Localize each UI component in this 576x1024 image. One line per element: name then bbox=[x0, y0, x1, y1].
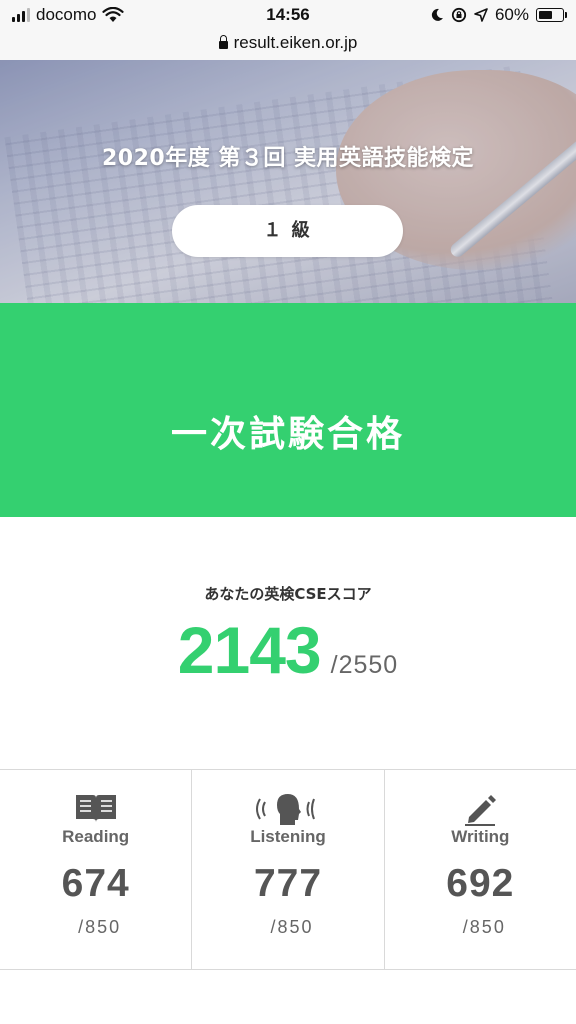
skill-name: Writing bbox=[451, 827, 510, 846]
skill-name: Listening bbox=[250, 827, 326, 846]
score-label: あなたの英検CSEスコア bbox=[204, 585, 372, 603]
status-bar: docomo 14:56 60% bbox=[0, 0, 576, 30]
skill-listening: Listening 777 /850 bbox=[192, 770, 385, 969]
battery-level bbox=[539, 11, 553, 19]
score-display: 2143/2550 bbox=[0, 612, 576, 688]
skill-score: 674 bbox=[61, 862, 130, 905]
book-icon bbox=[75, 795, 116, 822]
skill-score: 692 bbox=[446, 862, 515, 905]
cse-score-max: /2550 bbox=[330, 651, 399, 679]
battery-percent: 60% bbox=[494, 5, 529, 24]
skill-writing: Writing 692 /850 bbox=[385, 770, 576, 969]
cse-score: 2143 bbox=[177, 613, 322, 687]
battery-icon bbox=[536, 8, 567, 22]
exam-title: 2020年度 第３回 実用英語技能検定 bbox=[101, 146, 475, 171]
pencil-icon bbox=[465, 795, 497, 826]
skill-name: Reading bbox=[62, 827, 130, 846]
lock-icon bbox=[218, 35, 228, 49]
result-banner: 一次試験合格 bbox=[0, 303, 576, 517]
status-right: 60% bbox=[430, 5, 567, 25]
rotation-lock-icon bbox=[451, 7, 467, 23]
hero-banner: 2020年度 第３回 実用英語技能検定 １ 級 bbox=[0, 60, 576, 303]
skill-max: /850 bbox=[270, 917, 314, 937]
moon-icon bbox=[431, 8, 443, 21]
skill-max: /850 bbox=[462, 917, 506, 937]
address-bar[interactable]: result.eiken.or.jp bbox=[0, 30, 576, 60]
result-status: 一次試験合格 bbox=[170, 414, 405, 455]
location-arrow-icon bbox=[474, 8, 488, 22]
grade-badge: １ 級 bbox=[172, 205, 403, 257]
skill-max: /850 bbox=[78, 917, 122, 937]
skill-reading: Reading 674 /850 bbox=[0, 770, 193, 969]
skill-score: 777 bbox=[253, 862, 323, 905]
skill-scores: Reading 674 /850 Listening 777 /850 Writ… bbox=[0, 769, 576, 970]
speaking-head-icon bbox=[255, 794, 315, 825]
url-text[interactable]: result.eiken.or.jp bbox=[234, 33, 358, 52]
